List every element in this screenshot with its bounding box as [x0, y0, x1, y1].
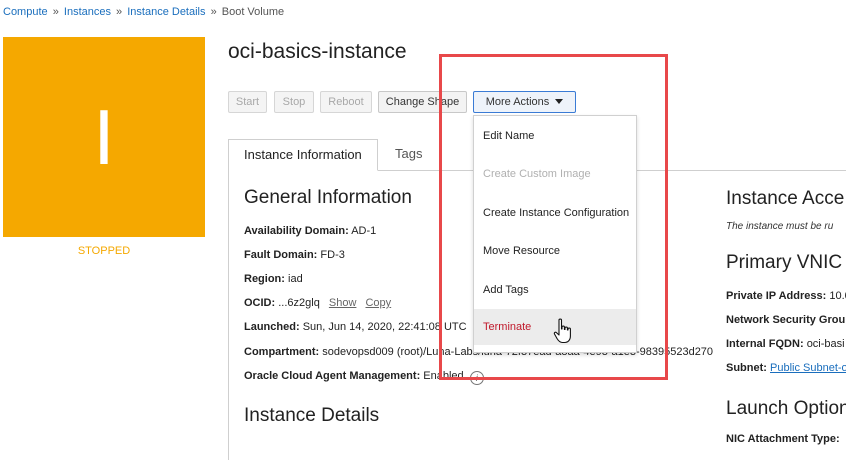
tab-tags[interactable]: Tags: [380, 139, 437, 171]
launched-label: Launched:: [244, 321, 300, 333]
reboot-button[interactable]: Reboot: [320, 91, 372, 113]
breadcrumb-separator: »: [210, 6, 217, 18]
instance-icon-letter: I: [93, 93, 115, 181]
breadcrumb-instance-details-link[interactable]: Instance Details: [127, 6, 205, 18]
breadcrumb: Compute » Instances » Instance Details »…: [3, 6, 284, 18]
launched-row: Launched: Sun, Jun 14, 2020, 22:41:08 UT…: [244, 321, 467, 333]
instance-details-heading: Instance Details: [244, 405, 380, 426]
region-label: Region:: [244, 273, 285, 285]
instance-state-label: STOPPED: [77, 245, 131, 257]
subnet-label: Subnet:: [726, 362, 767, 374]
launch-options-heading: Launch Option: [726, 398, 846, 419]
ocid-copy-link[interactable]: Copy: [365, 297, 391, 309]
fault-domain-row: Fault Domain: FD-3: [244, 249, 345, 261]
private-ip-label: Private IP Address:: [726, 290, 827, 302]
compartment-label: Compartment:: [244, 346, 320, 358]
breadcrumb-current: Boot Volume: [221, 6, 285, 18]
nsg-label: Network Security Grou: [726, 314, 846, 326]
tab-instance-information[interactable]: Instance Information: [228, 139, 378, 171]
private-ip-row: Private IP Address: 10.0: [726, 290, 846, 302]
internal-fqdn-value: oci-basi: [806, 338, 845, 350]
breadcrumb-instances-link[interactable]: Instances: [64, 6, 111, 18]
fault-domain-label: Fault Domain:: [244, 249, 318, 261]
instance-access-heading: Instance Acce: [726, 188, 845, 209]
instance-icon-tile: I: [3, 37, 205, 237]
general-information-heading: General Information: [244, 187, 412, 208]
availability-domain-row: Availability Domain: AD-1: [244, 225, 376, 237]
page-title: oci-basics-instance: [228, 40, 407, 63]
nic-attachment-label: NIC Attachment Type:: [726, 433, 840, 445]
availability-domain-value: AD-1: [351, 225, 377, 237]
subnet-row: Subnet: Public Subnet-o: [726, 362, 846, 374]
subnet-link[interactable]: Public Subnet-o: [770, 362, 846, 374]
region-value: iad: [288, 273, 303, 285]
nic-attachment-row: NIC Attachment Type:: [726, 433, 840, 445]
private-ip-value: 10.0: [829, 290, 846, 302]
ocid-show-link[interactable]: Show: [329, 297, 357, 309]
breadcrumb-separator: »: [116, 6, 123, 18]
start-button[interactable]: Start: [228, 91, 267, 113]
ocid-row: OCID: ...6z2glq Show Copy: [244, 297, 391, 309]
ocid-value: ...6z2glq: [278, 297, 320, 309]
breadcrumb-compute-link[interactable]: Compute: [3, 6, 48, 18]
nsg-row: Network Security Grou: [726, 314, 845, 326]
agent-management-label: Oracle Cloud Agent Management:: [244, 370, 421, 382]
breadcrumb-separator: »: [52, 6, 59, 18]
fault-domain-value: FD-3: [320, 249, 345, 261]
instance-access-note: The instance must be ru: [726, 221, 834, 232]
ocid-label: OCID:: [244, 297, 276, 309]
availability-domain-label: Availability Domain:: [244, 225, 349, 237]
internal-fqdn-row: Internal FQDN: oci-basi: [726, 338, 845, 350]
primary-vnic-heading: Primary VNIC: [726, 252, 843, 273]
region-row: Region: iad: [244, 273, 303, 285]
internal-fqdn-label: Internal FQDN:: [726, 338, 804, 350]
hand-cursor-icon: [553, 318, 571, 344]
stop-button[interactable]: Stop: [274, 91, 314, 113]
